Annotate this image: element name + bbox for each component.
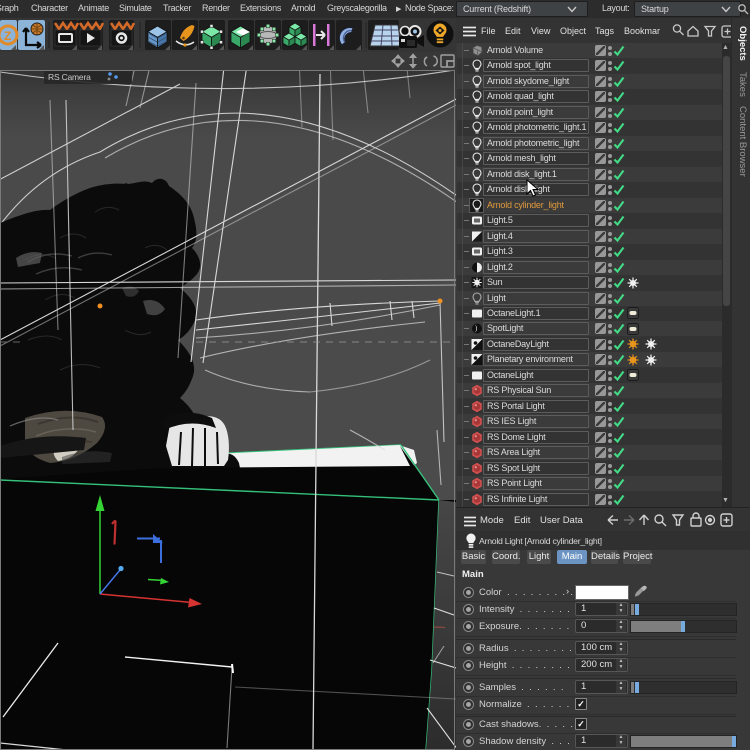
- svg-text:RS Camera: RS Camera: [48, 72, 91, 82]
- svg-text:Z: Z: [4, 29, 11, 43]
